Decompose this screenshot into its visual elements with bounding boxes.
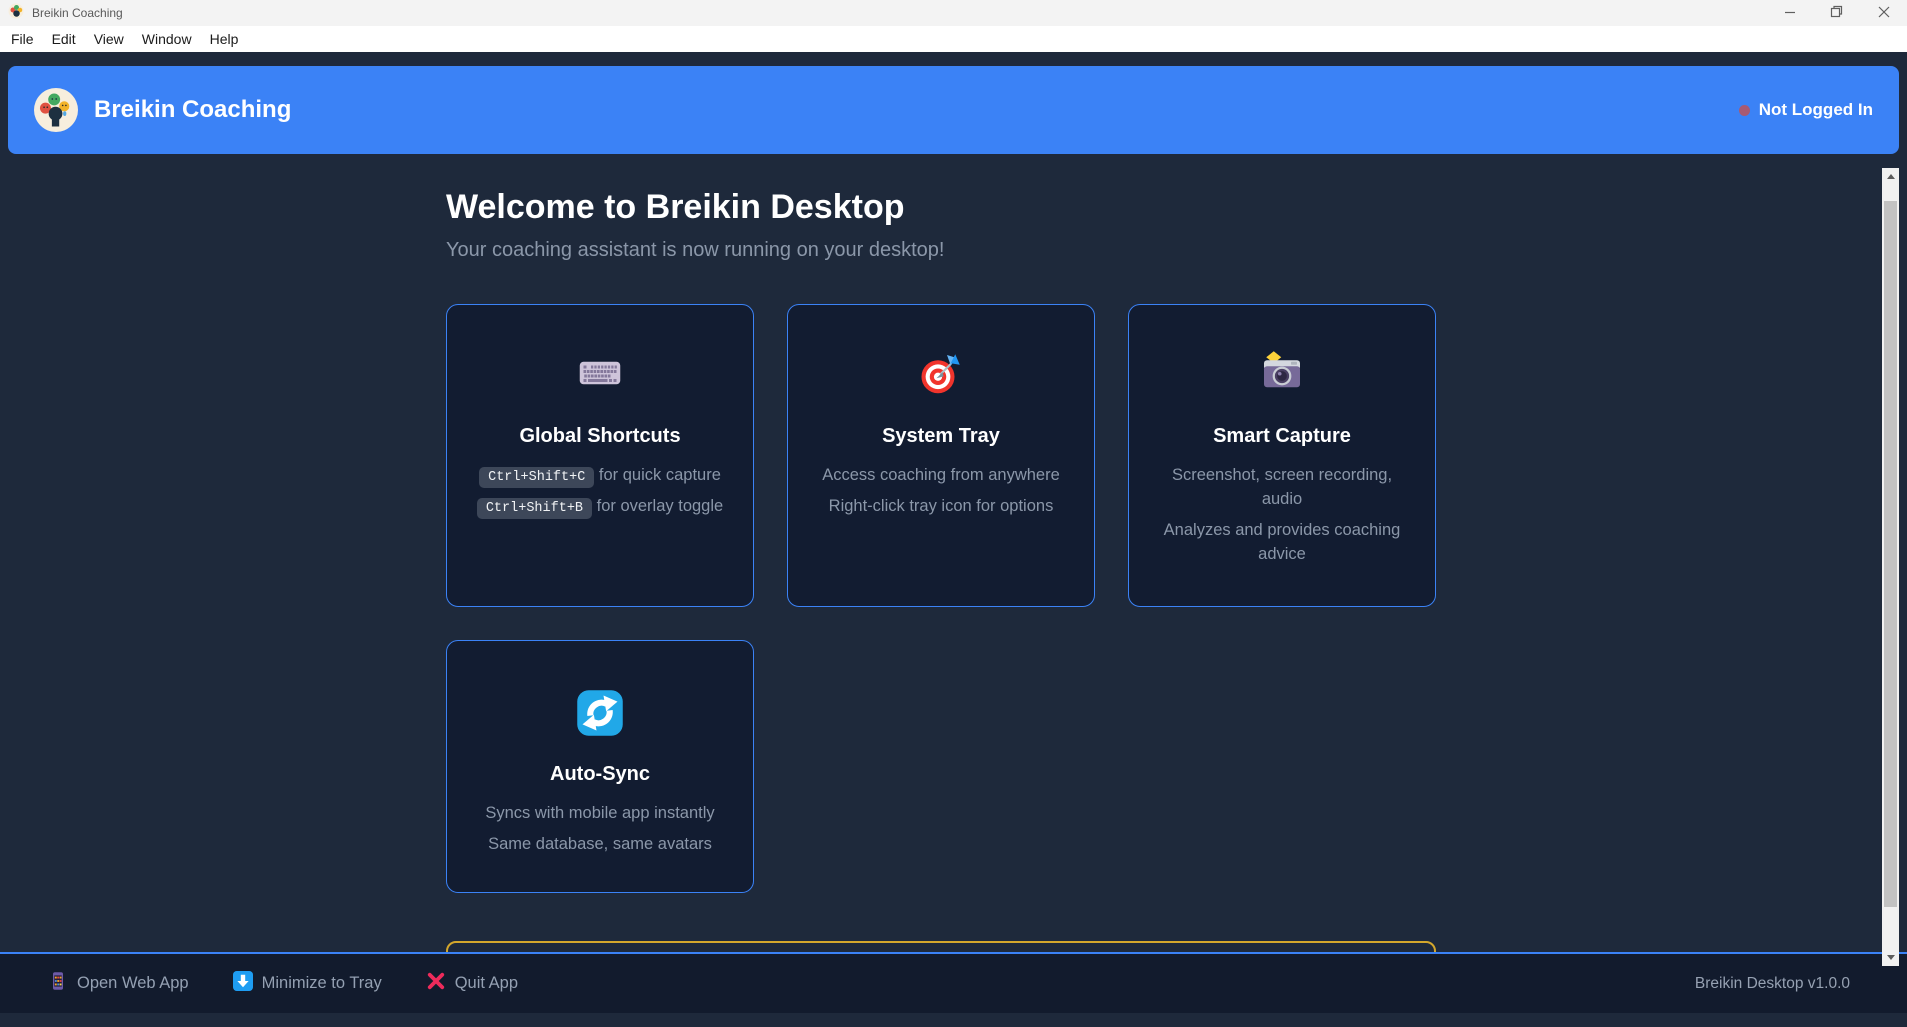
footer-bar: Open Web App Minimize to Tray Quit App B…: [0, 954, 1907, 1013]
page-subtitle: Your coaching assistant is now running o…: [446, 239, 1436, 262]
menu-help[interactable]: Help: [201, 28, 248, 50]
vertical-scrollbar[interactable]: [1882, 168, 1899, 966]
card-line: Access coaching from anywhere: [814, 464, 1068, 488]
card-title: Smart Capture: [1155, 425, 1409, 448]
abacus-icon: [48, 971, 68, 996]
titlebar: Breikin Coaching: [0, 0, 1907, 26]
feature-cards-grid: Global Shortcuts Ctrl+Shift+C for quick …: [446, 304, 1436, 893]
scroll-up-button[interactable]: [1882, 168, 1899, 185]
card-global-shortcuts: Global Shortcuts Ctrl+Shift+C for quick …: [446, 304, 754, 607]
card-title: Global Shortcuts: [473, 425, 727, 448]
card-auto-sync: Auto-Sync Syncs with mobile app instantl…: [446, 640, 754, 893]
open-web-app-label: Open Web App: [77, 974, 189, 993]
keyboard-icon: [576, 349, 624, 397]
scrollbar-thumb[interactable]: [1884, 201, 1897, 907]
scroll-down-button[interactable]: [1882, 949, 1899, 966]
menu-file[interactable]: File: [2, 28, 43, 50]
menu-window[interactable]: Window: [133, 28, 201, 50]
card-line: Screenshot, screen recording, audio: [1155, 464, 1409, 512]
card-line: Right-click tray icon for options: [814, 495, 1068, 519]
restore-button[interactable]: [1813, 0, 1860, 26]
menubar: File Edit View Window Help: [0, 26, 1907, 52]
target-icon: [917, 349, 965, 397]
menu-view[interactable]: View: [85, 28, 133, 50]
app-header: Breikin Coaching Not Logged In: [8, 66, 1899, 154]
open-web-app-button[interactable]: Open Web App: [48, 971, 189, 996]
login-status-badge: Not Logged In: [1739, 100, 1873, 120]
triangle-up-icon: [1887, 174, 1895, 179]
close-button[interactable]: [1860, 0, 1907, 26]
sync-icon: [572, 685, 628, 741]
card-line: Syncs with mobile app instantly: [473, 802, 727, 826]
triangle-down-icon: [1887, 955, 1895, 960]
red-cross-icon: [426, 971, 446, 996]
minimize-to-tray-label: Minimize to Tray: [262, 974, 382, 993]
shortcut-key: Ctrl+Shift+B: [477, 498, 592, 519]
status-dot-icon: [1739, 105, 1750, 116]
main-content: Welcome to Breikin Desktop Your coaching…: [0, 154, 1882, 952]
close-icon: [1878, 6, 1890, 21]
page-title: Welcome to Breikin Desktop: [446, 188, 1436, 227]
app-logo-icon: [34, 88, 78, 132]
card-title: Auto-Sync: [473, 763, 727, 786]
partial-warning-panel: [446, 941, 1436, 952]
window-title: Breikin Coaching: [32, 6, 1766, 20]
card-line: Ctrl+Shift+C for quick capture: [473, 464, 727, 488]
card-line: Analyzes and provides coaching advice: [1155, 519, 1409, 567]
restore-icon: [1830, 5, 1843, 21]
quit-app-button[interactable]: Quit App: [426, 971, 518, 996]
quit-app-label: Quit App: [455, 974, 518, 993]
camera-icon: [1258, 349, 1306, 397]
login-status-label: Not Logged In: [1759, 100, 1873, 120]
card-line: Same database, same avatars: [473, 833, 727, 857]
minimize-to-tray-button[interactable]: Minimize to Tray: [233, 971, 382, 996]
card-title: System Tray: [814, 425, 1068, 448]
card-smart-capture: Smart Capture Screenshot, screen recordi…: [1128, 304, 1436, 607]
menu-edit[interactable]: Edit: [43, 28, 85, 50]
card-system-tray: System Tray Access coaching from anywher…: [787, 304, 1095, 607]
header-app-name: Breikin Coaching: [94, 96, 291, 124]
app-body: Breikin Coaching Not Logged In Welcome t…: [0, 66, 1907, 1027]
minimize-button[interactable]: [1766, 0, 1813, 26]
minimize-icon: [1784, 6, 1796, 21]
card-line: Ctrl+Shift+B for overlay toggle: [473, 495, 727, 519]
download-arrow-icon: [233, 971, 253, 996]
shortcut-desc: for overlay toggle: [592, 497, 723, 515]
shortcut-desc: for quick capture: [594, 466, 721, 484]
app-version: Breikin Desktop v1.0.0: [1695, 975, 1850, 993]
shortcut-key: Ctrl+Shift+C: [479, 467, 594, 488]
app-logo-small-icon: [8, 3, 24, 24]
